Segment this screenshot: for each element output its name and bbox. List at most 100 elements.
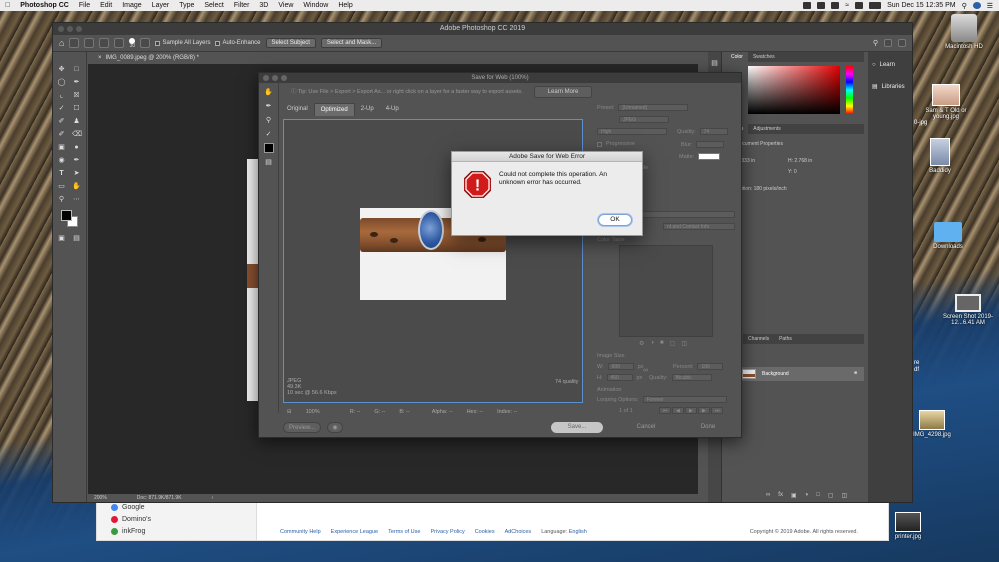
learn-more-button[interactable]: Learn More: [534, 86, 592, 98]
metadata-select[interactable]: nt and Contact Info: [663, 223, 735, 230]
tab-adjustments[interactable]: Adjustments: [748, 124, 786, 134]
quality-field[interactable]: 74: [699, 128, 728, 135]
menu-image[interactable]: Image: [117, 2, 146, 9]
dodge-tool-icon[interactable]: ◉: [57, 157, 66, 165]
new-color-icon[interactable]: ▢: [670, 340, 676, 347]
menu-filter[interactable]: Filter: [229, 2, 255, 9]
volume-icon[interactable]: [855, 2, 864, 9]
select-and-mask-button[interactable]: Select and Mask...: [320, 38, 383, 48]
tab-original[interactable]: Original: [281, 103, 314, 116]
web-shift-icon[interactable]: ◑: [650, 340, 654, 347]
desktop-icon-sam-t[interactable]: Sam & T Old or young.jpg: [916, 84, 976, 120]
crop-tool-icon[interactable]: ⌞: [57, 92, 66, 100]
width-value[interactable]: .333 in: [740, 158, 755, 164]
bookmark-inkfrog[interactable]: inkFrog: [111, 528, 145, 535]
last-frame-button[interactable]: ⏭: [711, 407, 723, 414]
quick-selection-tool-icon[interactable]: [69, 38, 80, 48]
width-field[interactable]: 600: [607, 363, 634, 370]
zoom-tool-icon[interactable]: ⚲: [264, 117, 273, 125]
looping-select[interactable]: Forever: [642, 396, 727, 403]
menu-view[interactable]: View: [273, 2, 298, 9]
map-color-icon[interactable]: ⚙: [639, 340, 644, 347]
resample-quality-select[interactable]: Bicubic: [671, 374, 712, 381]
close-tab-icon[interactable]: ×: [98, 55, 102, 61]
done-button[interactable]: Done: [683, 422, 733, 433]
menu-edit[interactable]: Edit: [95, 2, 117, 9]
bookmark-dominos[interactable]: Domino's: [111, 516, 151, 523]
marquee-tool-icon[interactable]: □: [72, 66, 81, 74]
cancel-button[interactable]: Cancel: [621, 422, 671, 433]
spotlight-icon[interactable]: ⚲: [962, 2, 967, 10]
select-subject-button[interactable]: Select Subject: [265, 38, 316, 48]
stamp-tool-icon[interactable]: ♟: [72, 118, 81, 126]
history-panel-icon[interactable]: ▤: [710, 60, 719, 68]
group-icon[interactable]: □: [816, 492, 820, 499]
tab-optimized[interactable]: Optimized: [313, 103, 355, 116]
zoom-out-icon[interactable]: ⊟: [287, 408, 292, 417]
home-icon[interactable]: ⌂: [59, 38, 64, 48]
link-layers-icon[interactable]: ∞: [766, 492, 770, 499]
quick-selection-tool-icon[interactable]: ✒: [72, 79, 81, 87]
share-icon[interactable]: [898, 39, 906, 47]
bookmark-google[interactable]: Google: [111, 504, 145, 511]
color-table[interactable]: [619, 245, 713, 337]
first-frame-button[interactable]: ⏮: [659, 407, 671, 414]
type-tool-icon[interactable]: T: [57, 170, 66, 178]
notification-center-icon[interactable]: ☰: [987, 2, 993, 10]
slice-select-tool-icon[interactable]: ✒: [264, 103, 273, 111]
screen-mode-icon[interactable]: ▤: [72, 235, 81, 243]
preview-button[interactable]: Preview...: [283, 422, 321, 433]
menubar-extra-icon[interactable]: [803, 2, 812, 9]
y-value[interactable]: Y: 0: [788, 169, 797, 175]
constrain-link-icon[interactable]: ∞: [643, 367, 648, 374]
zoom-window-button[interactable]: [76, 26, 82, 32]
tab-swatches[interactable]: Swatches: [748, 52, 780, 62]
color-reduction-select[interactable]: [641, 211, 735, 218]
browser-select-icon[interactable]: ◉: [327, 422, 343, 433]
desktop-icon-macintosh-hd[interactable]: Macintosh HD: [934, 14, 994, 50]
desktop-icon-screenshot[interactable]: Screen Shot 2019-12...6.41 AM: [938, 294, 998, 326]
healing-brush-tool-icon[interactable]: ☐: [72, 105, 81, 113]
eyedropper-color-swatch[interactable]: [264, 143, 274, 153]
compression-select[interactable]: High: [597, 128, 667, 135]
eraser-tool-icon[interactable]: ⌫: [72, 131, 82, 139]
layer-row-background[interactable]: Background ■: [740, 367, 864, 381]
next-frame-button[interactable]: ▶: [698, 407, 710, 414]
eyedropper-tool-icon[interactable]: ✓: [57, 105, 66, 113]
more-tools-icon[interactable]: ⋯: [72, 196, 81, 204]
foreground-color-swatch[interactable]: [61, 210, 72, 221]
height-field[interactable]: 450: [606, 374, 633, 381]
progressive-checkbox[interactable]: Progressive: [597, 141, 635, 147]
tab-2-up[interactable]: 2-Up: [355, 103, 380, 116]
tab-color[interactable]: Color: [726, 52, 748, 62]
link-terms-of-use[interactable]: Terms of Use: [388, 529, 420, 535]
status-menu-arrow-icon[interactable]: ›: [212, 494, 214, 502]
blur-field[interactable]: [696, 141, 725, 148]
brush-tool-icon[interactable]: ✐: [57, 118, 66, 126]
lasso-tool-icon[interactable]: ◯: [57, 79, 66, 87]
play-button[interactable]: ▶: [685, 407, 697, 414]
ok-button[interactable]: OK: [598, 214, 632, 226]
sample-all-layers-checkbox[interactable]: Sample All Layers: [155, 40, 210, 46]
add-to-selection-icon[interactable]: [99, 38, 110, 48]
minimize-window-button[interactable]: [67, 26, 73, 32]
subtract-from-selection-icon[interactable]: [114, 38, 125, 48]
menu-type[interactable]: Type: [174, 2, 199, 9]
menu-select[interactable]: Select: [199, 2, 228, 9]
preset-select[interactable]: [Unnamed]: [618, 104, 689, 111]
link-privacy-policy[interactable]: Privacy Policy: [430, 529, 464, 535]
menubar-clock[interactable]: Sun Dec 15 12:35 PM: [887, 2, 956, 9]
language-selector[interactable]: Language: English: [541, 529, 587, 535]
workspace-icon[interactable]: [884, 39, 892, 47]
hand-tool-icon[interactable]: ✋: [72, 183, 81, 191]
close-window-button[interactable]: [58, 26, 64, 32]
pen-tool-icon[interactable]: ✒: [72, 157, 81, 165]
hand-tool-icon[interactable]: ✋: [264, 89, 273, 97]
link-adchoices[interactable]: AdChoices: [505, 529, 532, 535]
apple-menu-icon[interactable]: : [0, 2, 15, 9]
brush-size-control[interactable]: 30: [129, 37, 136, 49]
frame-tool-icon[interactable]: ☒: [72, 92, 81, 100]
history-brush-tool-icon[interactable]: ✐: [57, 131, 66, 139]
eyedropper-tool-icon[interactable]: ✓: [264, 131, 273, 139]
prev-frame-button[interactable]: ◀: [672, 407, 684, 414]
